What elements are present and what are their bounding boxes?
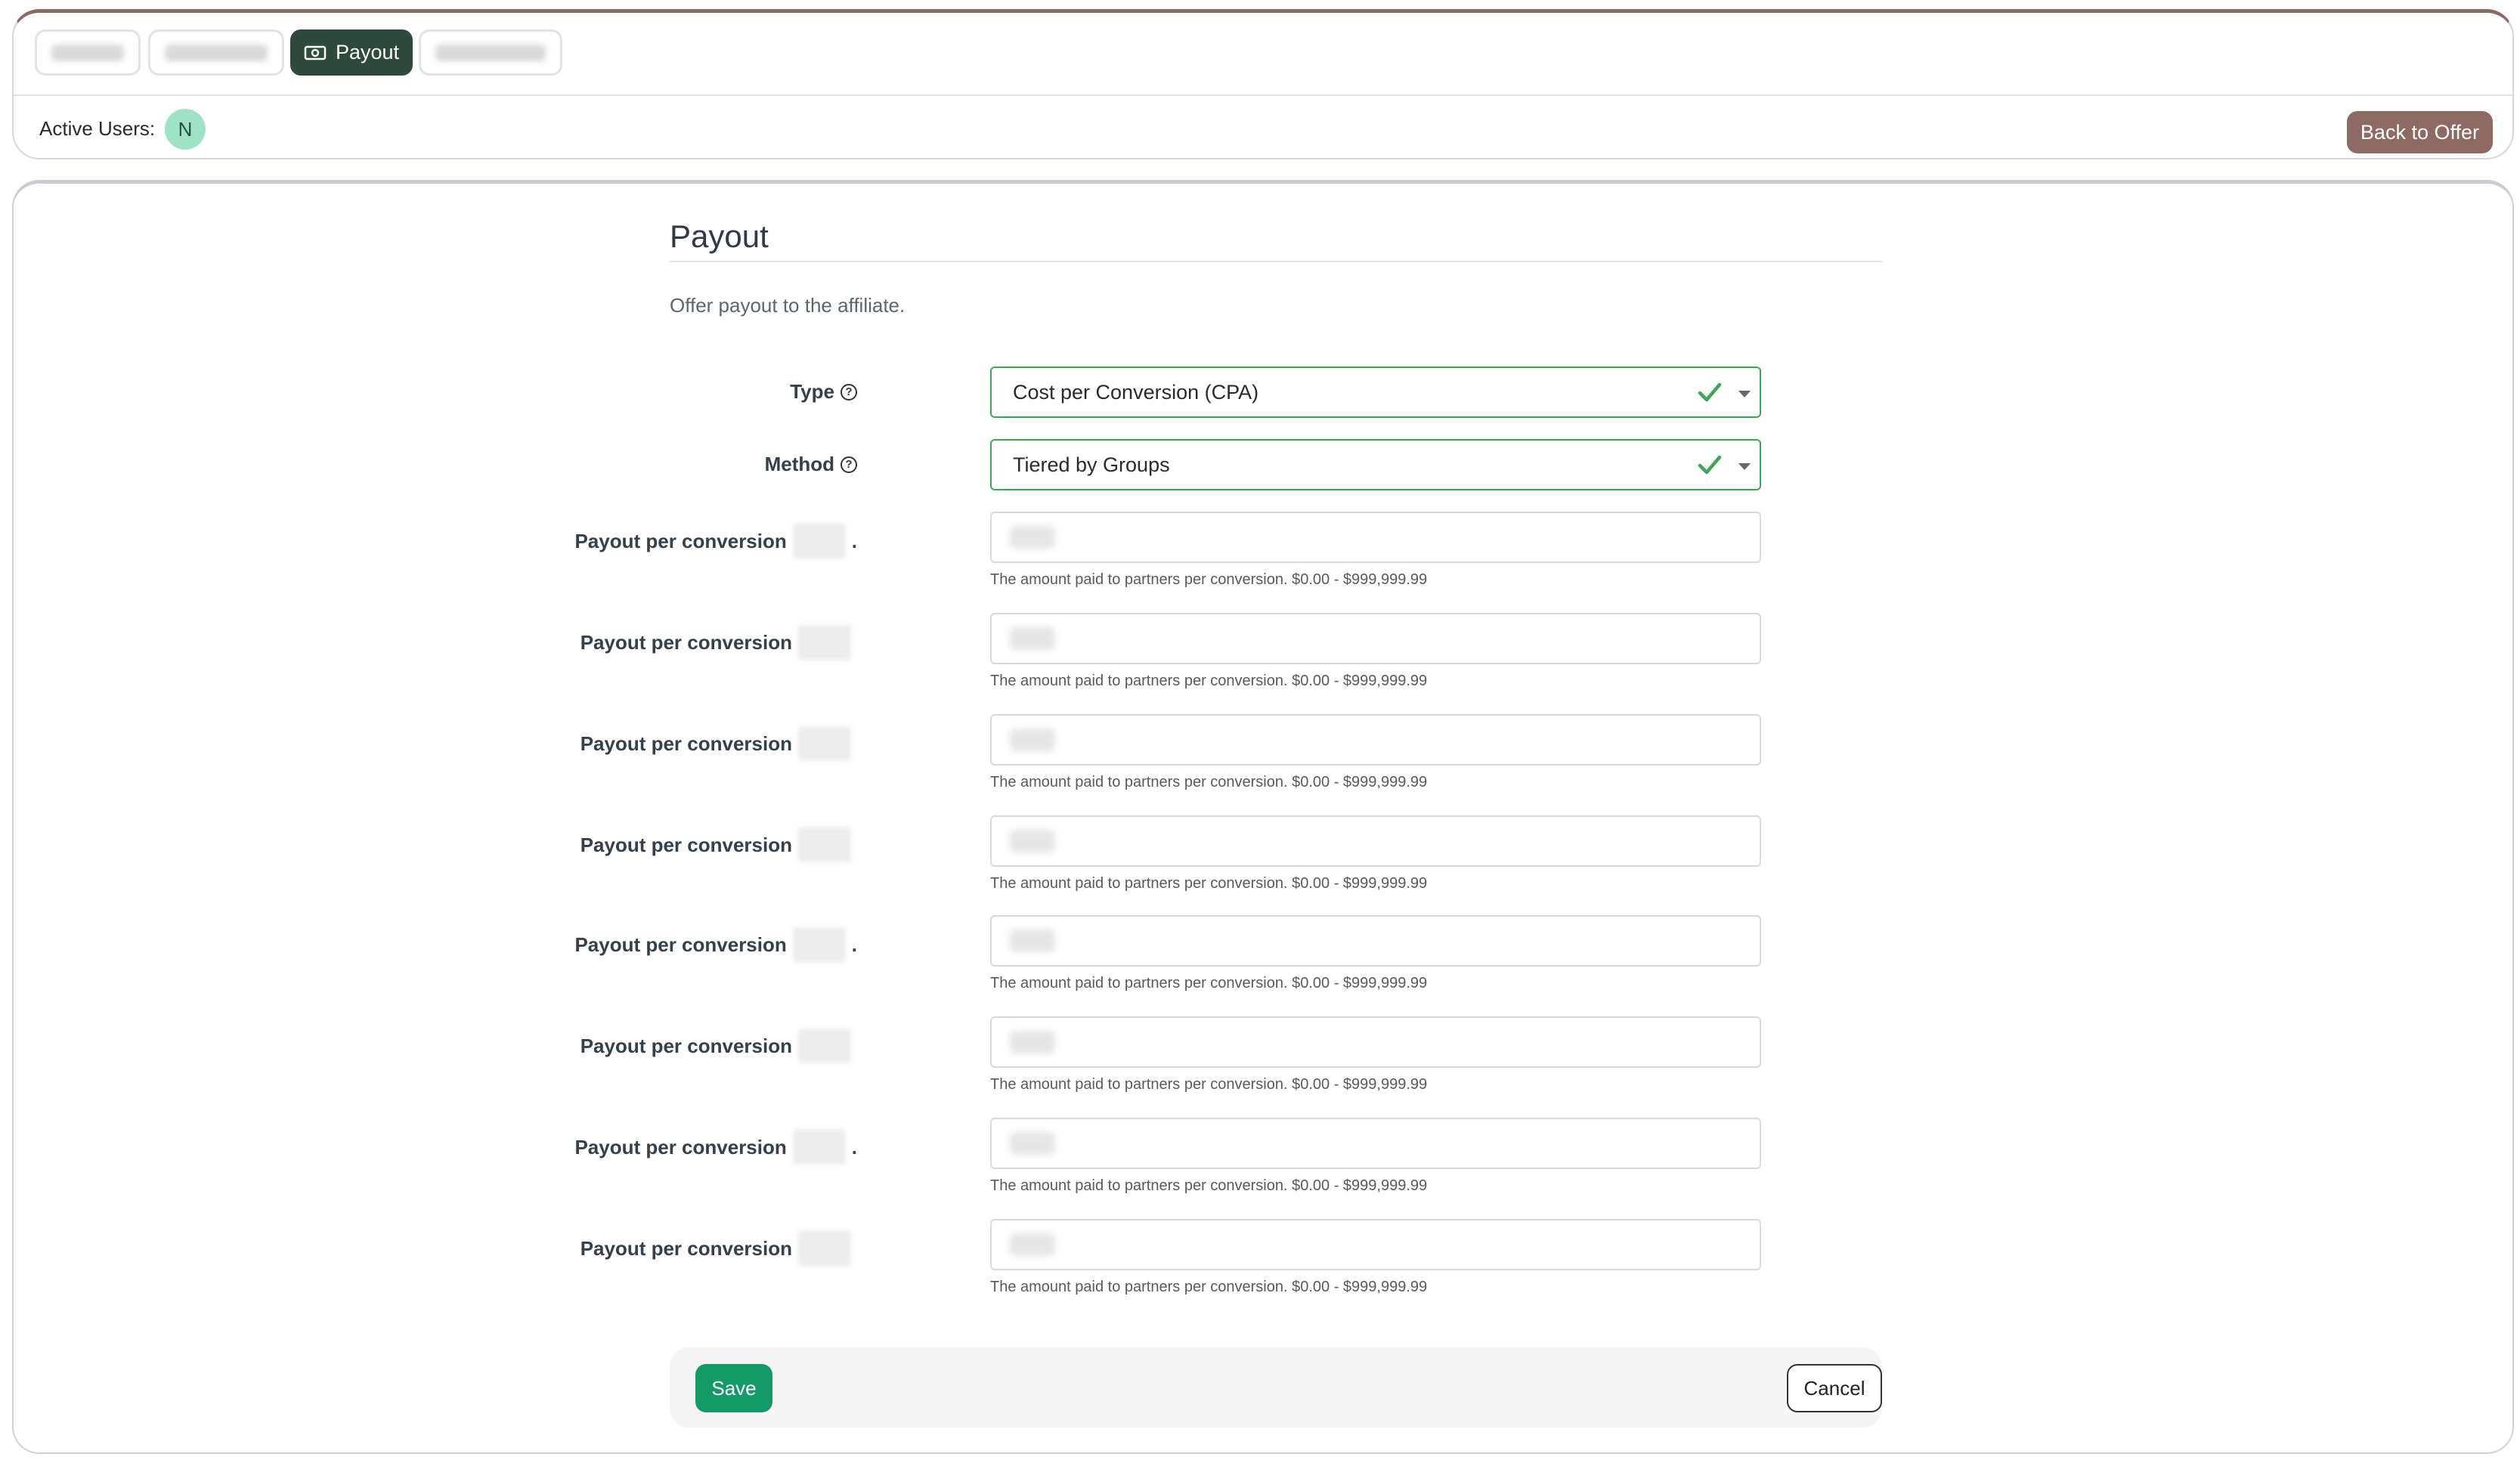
check-icon	[1698, 455, 1722, 475]
payout-label: Payout per conversion .	[574, 524, 857, 558]
payout-input[interactable]	[990, 1219, 1761, 1270]
tab-blurred-1[interactable]	[35, 29, 141, 76]
save-button[interactable]: Save	[695, 1364, 772, 1412]
payout-row: Payout per conversion . The amount paid …	[574, 512, 1882, 595]
payout-row: Payout per conversion The amount paid to…	[580, 1219, 1882, 1302]
method-select-value: Tiered by Groups	[1013, 453, 1170, 476]
blurred-group-name	[798, 1231, 851, 1266]
active-users-row: Active Users: N Back to Offer	[14, 96, 2512, 159]
payout-label: Payout per conversion	[580, 1231, 857, 1266]
tab-payout-label: Payout	[335, 41, 400, 63]
payout-label-text: Payout per conversion	[580, 833, 792, 856]
payout-hint: The amount paid to partners per conversi…	[990, 975, 1428, 991]
payout-hint: The amount paid to partners per conversi…	[990, 1177, 1428, 1194]
payout-label: Payout per conversion .	[574, 1130, 857, 1165]
payout-label-suffix: .	[851, 529, 857, 552]
title-divider	[670, 261, 1882, 262]
payout-label: Payout per conversion	[580, 726, 857, 761]
payout-label: Payout per conversion	[580, 827, 857, 862]
payout-hint: The amount paid to partners per conversi…	[990, 1076, 1428, 1093]
payout-label-text: Payout per conversion	[574, 529, 787, 552]
blurred-group-name	[798, 1028, 851, 1063]
tab-blurred-3[interactable]	[419, 29, 562, 76]
payout-input[interactable]	[990, 613, 1761, 664]
payout-label: Payout per conversion .	[574, 927, 857, 962]
chevron-down-icon	[1738, 463, 1751, 470]
blurred-group-name	[798, 726, 851, 761]
payout-label-text: Payout per conversion	[580, 630, 792, 654]
payout-input[interactable]	[990, 714, 1761, 766]
blurred-group-name	[792, 927, 846, 962]
page-title: Payout	[670, 218, 769, 254]
type-label: Type ?	[790, 380, 857, 404]
blurred-group-name	[792, 524, 846, 558]
type-select[interactable]: Cost per Conversion (CPA)	[990, 367, 1761, 418]
offer-header-card: Payout Active Users: N Back to Offer	[12, 9, 2514, 159]
payout-label-text: Payout per conversion	[574, 1135, 787, 1158]
blurred-group-name	[798, 827, 851, 862]
payout-hint: The amount paid to partners per conversi…	[990, 875, 1428, 892]
method-label-text: Method	[764, 453, 834, 475]
section-description: Offer payout to the affiliate.	[670, 294, 906, 317]
payout-label-text: Payout per conversion	[580, 1034, 792, 1057]
tab-bar: Payout	[14, 13, 2512, 96]
payout-row: Payout per conversion . The amount paid …	[574, 915, 1882, 998]
payout-row: Payout per conversion . The amount paid …	[574, 1118, 1882, 1201]
active-users-label: Active Users:	[39, 117, 156, 140]
payout-hint: The amount paid to partners per conversi…	[990, 774, 1428, 790]
payout-input[interactable]	[990, 1016, 1761, 1068]
money-icon	[304, 45, 327, 60]
payout-label: Payout per conversion	[580, 1028, 857, 1063]
payout-hint: The amount paid to partners per conversi…	[990, 673, 1428, 689]
type-label-text: Type	[790, 380, 834, 403]
cancel-button[interactable]: Cancel	[1787, 1364, 1882, 1412]
payout-hint: The amount paid to partners per conversi…	[990, 571, 1428, 588]
payout-row: Payout per conversion The amount paid to…	[580, 613, 1882, 696]
payout-input[interactable]	[990, 915, 1761, 967]
payout-label-suffix: .	[851, 1135, 857, 1158]
payout-label-suffix: .	[851, 933, 857, 956]
blurred-group-name	[792, 1130, 846, 1165]
blurred-tab-label	[165, 44, 268, 61]
method-select[interactable]: Tiered by Groups	[990, 439, 1761, 490]
payout-row: Payout per conversion The amount paid to…	[580, 714, 1882, 797]
tab-payout[interactable]: Payout	[290, 29, 413, 76]
chevron-down-icon	[1738, 391, 1751, 397]
payout-form-card: Payout Offer payout to the affiliate. Ty…	[12, 180, 2514, 1454]
check-icon	[1698, 382, 1722, 402]
payout-input[interactable]	[990, 815, 1761, 867]
payout-hint: The amount paid to partners per conversi…	[990, 1279, 1428, 1295]
payout-form: Payout Offer payout to the affiliate. Ty…	[574, 184, 1882, 1452]
blurred-tab-label	[51, 44, 124, 61]
help-icon[interactable]: ?	[841, 456, 857, 473]
back-to-offer-button[interactable]: Back to Offer	[2346, 111, 2493, 153]
payout-label: Payout per conversion	[580, 625, 857, 660]
help-icon[interactable]: ?	[841, 383, 857, 401]
payout-label-text: Payout per conversion	[574, 933, 787, 956]
method-label: Method ?	[765, 453, 857, 476]
blurred-tab-label	[435, 44, 546, 61]
avatar[interactable]: N	[165, 109, 206, 150]
payout-label-text: Payout per conversion	[580, 1236, 792, 1260]
form-footer: Save Cancel	[670, 1347, 1882, 1428]
payout-row: Payout per conversion The amount paid to…	[580, 1016, 1882, 1100]
payout-row: Payout per conversion The amount paid to…	[580, 815, 1882, 899]
payout-label-text: Payout per conversion	[580, 732, 792, 755]
type-select-value: Cost per Conversion (CPA)	[1013, 380, 1259, 404]
type-row: Type ? Cost per Conversion (CPA)	[658, 367, 1882, 419]
payout-input[interactable]	[990, 512, 1761, 563]
method-row: Method ? Tiered by Groups	[658, 439, 1882, 492]
blurred-group-name	[798, 625, 851, 660]
payout-input[interactable]	[990, 1118, 1761, 1169]
tab-blurred-2[interactable]	[148, 29, 284, 76]
